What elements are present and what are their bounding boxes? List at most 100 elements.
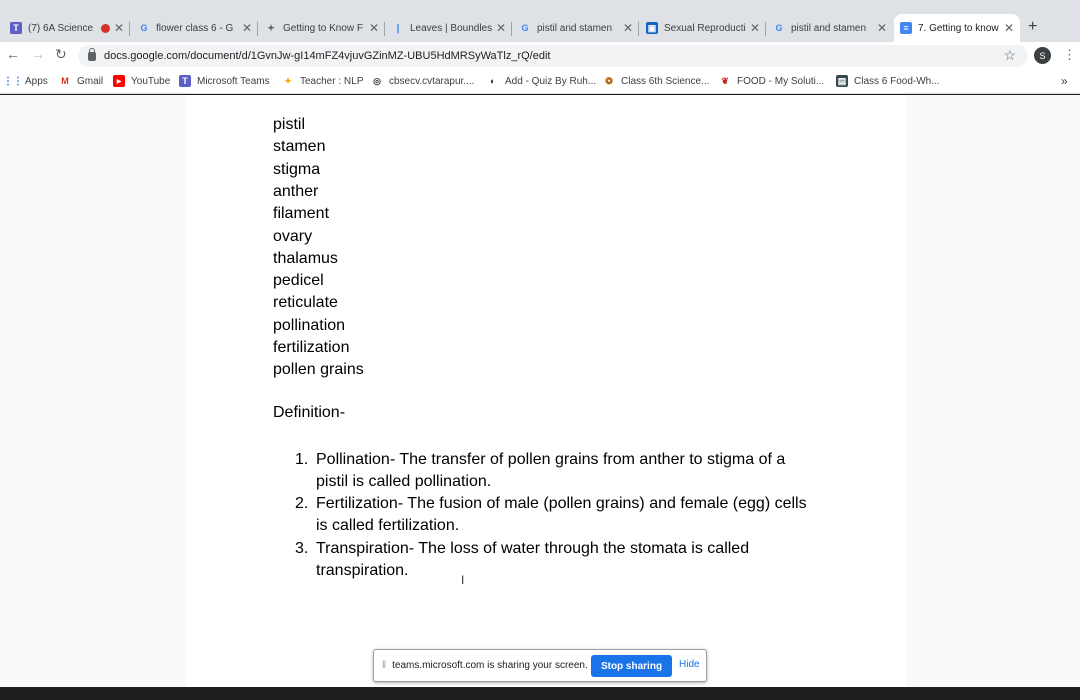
avatar[interactable]: S (1034, 47, 1051, 64)
bookmark-quiz[interactable]: ◐ Add - Quiz By Ruh... (487, 75, 596, 87)
word-list-item: pistil (273, 116, 306, 133)
document-page[interactable]: pistil stamen stigma anther filament ova… (186, 95, 906, 687)
screen-sharing-bar: ‖ teams.microsoft.com is sharing your sc… (373, 649, 707, 682)
definition-text: Fertilization- The fusion of male (polle… (316, 495, 807, 534)
back-arrow-icon[interactable]: ← (6, 46, 20, 62)
bookmark-teacher-nlp[interactable]: ✦ Teacher : NLP (282, 75, 363, 87)
word-list-item: stigma (273, 161, 321, 178)
tab-title: pistil and stamen (791, 22, 867, 34)
tab-title: (7) 6A Science (28, 22, 94, 34)
forward-arrow-icon[interactable]: → (31, 46, 45, 62)
teams-icon: T (10, 22, 22, 34)
star-icon[interactable]: ☆ (1003, 47, 1016, 64)
word-list-item: anther (273, 183, 319, 200)
recording-icon (100, 23, 110, 33)
definition-number: 1. (295, 451, 309, 468)
site-icon: ▣ (646, 22, 658, 34)
apps-grid-icon: ⋮⋮ (3, 75, 23, 87)
bookmark-class6-science[interactable]: ❂ Class 6th Science... (603, 75, 709, 87)
definition-text: Pollination- The transfer of pollen grai… (316, 451, 786, 490)
text-cursor-icon: I (461, 573, 465, 587)
tab-title: Sexual Reproduction (664, 22, 746, 34)
close-icon[interactable]: ✕ (242, 21, 252, 35)
tab-leaves[interactable]: ❘ Leaves | Boundless ✕ (386, 14, 512, 42)
close-icon[interactable]: ✕ (496, 21, 506, 35)
science-icon: ❂ (605, 75, 613, 86)
page-icon: ✦ (267, 22, 275, 33)
tab-6a-science[interactable]: T (7) 6A Science ✕ (4, 14, 130, 42)
tab-getting-to-know-doc[interactable]: ≡ 7. Getting to know ✕ (894, 14, 1020, 42)
hide-button[interactable]: Hide (679, 659, 700, 670)
definition-heading: Definition- (273, 404, 346, 421)
close-icon[interactable]: ✕ (750, 21, 760, 35)
word-list-item: pollen grains (273, 361, 364, 378)
word-list-item: fertilization (273, 339, 350, 356)
word-list-item: reticulate (273, 294, 338, 311)
site-icon: ◎ (373, 75, 381, 86)
gmail-icon: M (61, 76, 69, 86)
bookmark-label: Class 6th Science... (621, 75, 710, 87)
close-icon[interactable]: ✕ (623, 21, 633, 35)
bookmark-class6-food[interactable]: ▤ Class 6 Food-Wh... (836, 75, 940, 87)
document-canvas[interactable]: pistil stamen stigma anther filament ova… (0, 95, 1080, 687)
bookmark-label: Class 6 Food-Wh... (854, 75, 940, 87)
tab-pistil-stamen-2[interactable]: G pistil and stamen ✕ (767, 14, 893, 42)
bookmark-label: Teacher : NLP (300, 75, 364, 87)
bookmark-teams[interactable]: T Microsoft Teams (179, 75, 270, 87)
menu-dots-icon[interactable]: ⋮ (1063, 47, 1076, 63)
definition-text: Transpiration- The loss of water through… (316, 540, 750, 579)
address-bar[interactable]: docs.google.com/document/d/1GvnJw-gI14mF… (78, 45, 1028, 67)
bookmark-youtube[interactable]: ▶ YouTube (113, 75, 170, 87)
definition-number: 2. (295, 495, 309, 512)
bookmark-label: Add - Quiz By Ruh... (505, 75, 597, 87)
lock-icon (88, 47, 96, 61)
word-list-item: pedicel (273, 272, 324, 289)
bookmark-gmail[interactable]: M Gmail (59, 75, 103, 87)
tab-title: flower class 6 - G (156, 22, 234, 34)
drag-handle-icon[interactable]: ‖ (382, 660, 386, 671)
close-icon[interactable]: ✕ (877, 21, 887, 35)
bookmark-label: Apps (25, 75, 48, 87)
boundless-icon: ❘ (394, 22, 402, 33)
address-url: docs.google.com/document/d/1GvnJw-gI14mF… (104, 50, 551, 62)
stop-sharing-button[interactable]: Stop sharing (591, 655, 672, 677)
teams-icon: T (179, 75, 191, 87)
tab-flower-class[interactable]: G flower class 6 - G ✕ (132, 14, 258, 42)
google-icon: G (521, 23, 529, 33)
teacher-icon: ✦ (284, 75, 292, 86)
tab-title: Leaves | Boundless (410, 22, 492, 34)
word-list-item: stamen (273, 138, 326, 155)
class-icon: ▤ (836, 75, 848, 87)
tab-sexual-reproduction[interactable]: ▣ Sexual Reproduction ✕ (640, 14, 766, 42)
definition-number: 3. (295, 540, 309, 557)
bookmark-label: cbsecv.cvtarapur.... (389, 75, 475, 87)
tab-title: Getting to Know F (283, 22, 364, 34)
word-list-item: thalamus (273, 250, 338, 267)
bookmark-food[interactable]: ❦ FOOD - My Soluti... (719, 75, 824, 87)
google-icon: G (140, 23, 148, 33)
tab-pistil-stamen-1[interactable]: G pistil and stamen ✕ (513, 14, 639, 42)
word-list-item: ovary (273, 228, 313, 245)
bookmark-label: YouTube (131, 75, 171, 87)
bookmark-cbsecv[interactable]: ◎ cbsecv.cvtarapur.... (371, 75, 474, 87)
tab-getting-to-know[interactable]: ✦ Getting to Know F ✕ (259, 14, 385, 42)
docs-icon: ≡ (900, 22, 912, 34)
quiz-icon: ◐ (490, 76, 496, 86)
bookmark-label: FOOD - My Soluti... (737, 75, 825, 87)
bookmarks-bar: ⋮⋮ Apps M Gmail ▶ YouTube T Microsoft Te… (0, 70, 1080, 94)
bookmark-apps[interactable]: ⋮⋮ Apps (3, 75, 48, 87)
close-icon[interactable]: ✕ (114, 21, 124, 35)
word-list-item: pollination (273, 317, 346, 334)
bookmark-label: Gmail (77, 75, 104, 87)
bottom-bar (0, 687, 1080, 700)
close-icon[interactable]: ✕ (1004, 21, 1014, 35)
close-icon[interactable]: ✕ (369, 21, 379, 35)
browser-toolbar: ← → ↻ docs.google.com/document/d/1GvnJw-… (0, 42, 1080, 70)
tab-strip: T (7) 6A Science ✕ G flower class 6 - G … (0, 0, 1080, 42)
sharing-message: teams.microsoft.com is sharing your scre… (392, 660, 588, 671)
reload-icon[interactable]: ↻ (55, 46, 67, 63)
youtube-icon: ▶ (113, 75, 125, 87)
new-tab-button[interactable]: + (1028, 18, 1037, 36)
chevron-double-right-icon[interactable]: » (1061, 74, 1068, 88)
food-icon: ❦ (721, 75, 729, 86)
